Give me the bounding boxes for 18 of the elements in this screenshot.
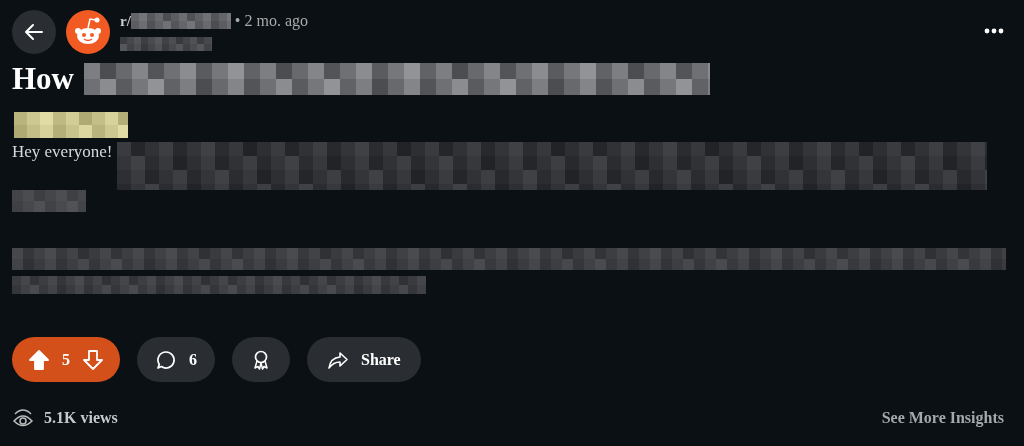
comment-bubble-icon [155, 348, 177, 371]
post-title: How [12, 61, 74, 97]
downvote-icon[interactable] [82, 348, 104, 371]
vote-count: 5 [62, 350, 70, 369]
back-button[interactable] [12, 10, 56, 54]
back-arrow-icon [23, 21, 45, 43]
view-count: 5.1K views [44, 409, 118, 427]
see-more-insights-link[interactable]: See More Insights [881, 409, 1004, 427]
views-icon [12, 408, 34, 428]
community-avatar-icon[interactable] [66, 10, 110, 54]
subreddit-name[interactable]: r/ [120, 12, 131, 30]
upvote-icon[interactable] [28, 348, 50, 371]
post-time: • 2 mo. ago [234, 12, 308, 30]
share-button[interactable]: Share [307, 337, 421, 382]
award-button[interactable] [232, 337, 290, 382]
post-body-text: Hey everyone! [12, 142, 113, 162]
more-options-icon[interactable] [984, 28, 1004, 34]
comments-button[interactable]: 6 [137, 337, 215, 382]
